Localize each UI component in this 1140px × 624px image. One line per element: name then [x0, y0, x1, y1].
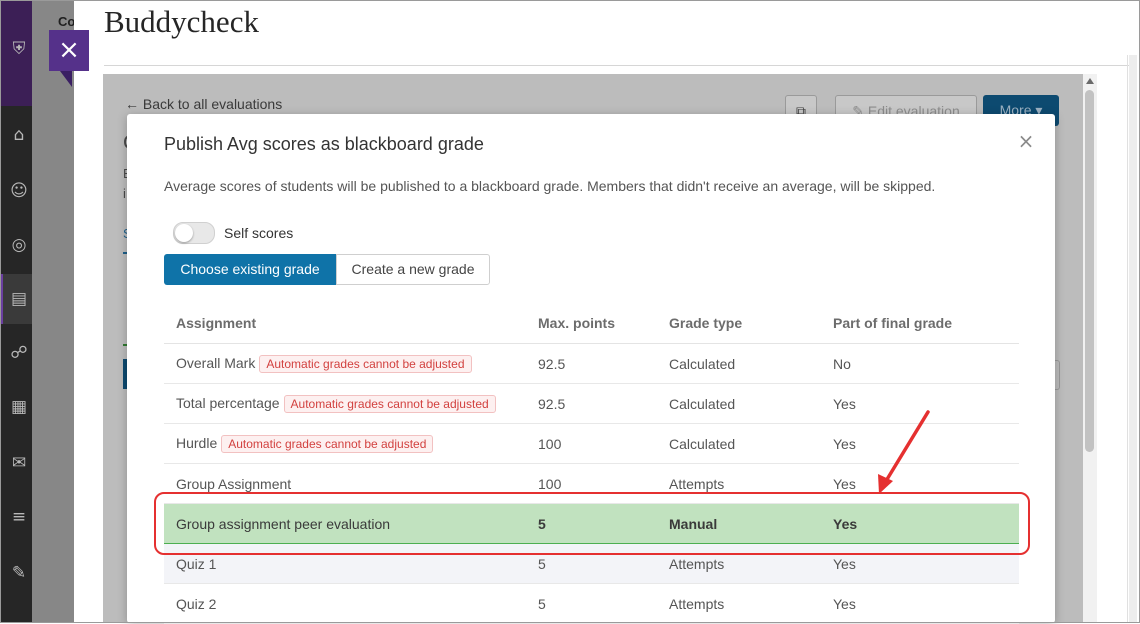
- courses-icon[interactable]: ▤: [8, 288, 30, 310]
- table-row-selected[interactable]: Group assignment peer evaluation 5 Manua…: [164, 503, 1019, 544]
- backdrop-course-text: Co: [58, 14, 76, 29]
- modal-description: Average scores of students will be publi…: [164, 178, 936, 194]
- user-icon[interactable]: ☺: [8, 180, 30, 202]
- panel-scrollbar[interactable]: [1129, 55, 1137, 623]
- choose-existing-grade-button[interactable]: Choose existing grade: [164, 254, 336, 285]
- assignment-cell: Overall Mark Automatic grades cannot be a…: [164, 343, 526, 384]
- assignment-cell: Quiz 2: [164, 583, 526, 624]
- max-points-cell: 5: [526, 503, 657, 544]
- panel-right-edge: [1127, 55, 1128, 623]
- final-grade-cell: Yes: [821, 543, 1019, 584]
- final-grade-cell: Yes: [821, 423, 1019, 464]
- groups-icon[interactable]: ☍: [8, 342, 30, 364]
- max-points-cell: 5: [526, 543, 657, 584]
- grade-table: Assignment Max. points Grade type Part o…: [164, 303, 1019, 624]
- modal-title: Publish Avg scores as blackboard grade: [164, 134, 484, 154]
- table-row[interactable]: Total percentage Automatic grades cannot …: [164, 383, 1019, 424]
- grade-type-cell: Calculated: [657, 423, 821, 464]
- scroll-up-arrow-icon[interactable]: [1086, 78, 1094, 84]
- lms-nav-rail: ⛨ ⌂ ☺ ◎ ▤ ☍ ▦ ✉ ≡ ✎: [0, 0, 32, 623]
- panel-divider: [104, 65, 1130, 66]
- final-grade-cell: Yes: [821, 383, 1019, 424]
- table-row[interactable]: Hurdle Automatic grades cannot be adjuste…: [164, 423, 1019, 464]
- back-to-evaluations-link[interactable]: ← Back to all evaluations: [125, 96, 282, 112]
- final-grade-cell: Yes: [821, 463, 1019, 504]
- column-header-max-points: Max. points: [526, 303, 657, 344]
- table-header-row: Assignment Max. points Grade type Part o…: [164, 303, 1019, 344]
- grade-type-cell: Attempts: [657, 583, 821, 624]
- auto-grade-badge: Automatic grades cannot be adjusted: [283, 394, 496, 413]
- table-row[interactable]: Overall Mark Automatic grades cannot be a…: [164, 343, 1019, 384]
- grade-type-cell: Attempts: [657, 543, 821, 584]
- grades-icon[interactable]: ≡: [8, 506, 30, 528]
- auto-grade-badge: Automatic grades cannot be adjusted: [259, 354, 472, 373]
- table-row[interactable]: Quiz 2 5 Attempts Yes: [164, 583, 1019, 624]
- final-grade-cell: No: [821, 343, 1019, 384]
- assignment-cell: Total percentage Automatic grades cannot …: [164, 383, 526, 424]
- grade-type-cell: Calculated: [657, 343, 821, 384]
- assignment-cell: Quiz 1: [164, 543, 526, 584]
- auto-grade-badge: Automatic grades cannot be adjusted: [221, 434, 434, 453]
- close-tab-fold: [60, 71, 72, 87]
- self-scores-toggle[interactable]: [173, 222, 215, 244]
- grade-type-cell: Manual: [657, 503, 821, 544]
- close-panel-button[interactable]: ×: [49, 30, 89, 71]
- modal-close-icon[interactable]: ×: [1017, 131, 1035, 151]
- calendar-icon[interactable]: ▦: [8, 396, 30, 418]
- assignment-cell: Hurdle Automatic grades cannot be adjuste…: [164, 423, 526, 464]
- page-backdrop: [32, 0, 74, 623]
- crest-icon: ⛨: [12, 39, 26, 59]
- nav-active-indicator: [0, 274, 3, 324]
- institution-icon[interactable]: ⌂: [8, 124, 30, 146]
- assignment-cell: Group assignment peer evaluation: [164, 503, 526, 544]
- create-new-grade-button[interactable]: Create a new grade: [336, 254, 490, 285]
- globe-icon[interactable]: ◎: [8, 234, 30, 256]
- max-points-cell: 5: [526, 583, 657, 624]
- buddycheck-panel: Buddycheck ← Back to all evaluations ⧉ ✎…: [74, 0, 1140, 624]
- scrollbar-thumb[interactable]: [1085, 90, 1094, 452]
- max-points-cell: 100: [526, 423, 657, 464]
- max-points-cell: 100: [526, 463, 657, 504]
- panel-title: Buddycheck: [104, 4, 259, 39]
- max-points-cell: 92.5: [526, 343, 657, 384]
- final-grade-cell: Yes: [821, 583, 1019, 624]
- assignment-name: Total percentage: [176, 394, 280, 411]
- grade-type-cell: Attempts: [657, 463, 821, 504]
- self-scores-label: Self scores: [224, 225, 294, 241]
- grade-type-cell: Calculated: [657, 383, 821, 424]
- column-header-final-grade: Part of final grade: [821, 303, 1019, 344]
- frame-scrollbar[interactable]: [1083, 74, 1097, 623]
- tools-icon[interactable]: ✎: [8, 562, 30, 584]
- toggle-knob: [175, 224, 193, 242]
- table-row[interactable]: Quiz 1 5 Attempts Yes: [164, 543, 1019, 584]
- assignment-name: Overall Mark: [176, 354, 256, 371]
- column-header-assignment: Assignment: [164, 303, 526, 344]
- evaluation-desc-fragment-2: i: [123, 186, 126, 201]
- table-row[interactable]: Group Assignment 100 Attempts Yes: [164, 463, 1019, 504]
- column-header-grade-type: Grade type: [657, 303, 821, 344]
- assignment-cell: Group Assignment: [164, 463, 526, 504]
- publish-grade-modal: Publish Avg scores as blackboard grade ×…: [127, 114, 1055, 624]
- close-icon: ×: [58, 35, 80, 65]
- final-grade-cell: Yes: [821, 503, 1019, 544]
- messages-icon[interactable]: ✉: [8, 452, 30, 474]
- assignment-name: Hurdle: [176, 434, 218, 451]
- max-points-cell: 92.5: [526, 383, 657, 424]
